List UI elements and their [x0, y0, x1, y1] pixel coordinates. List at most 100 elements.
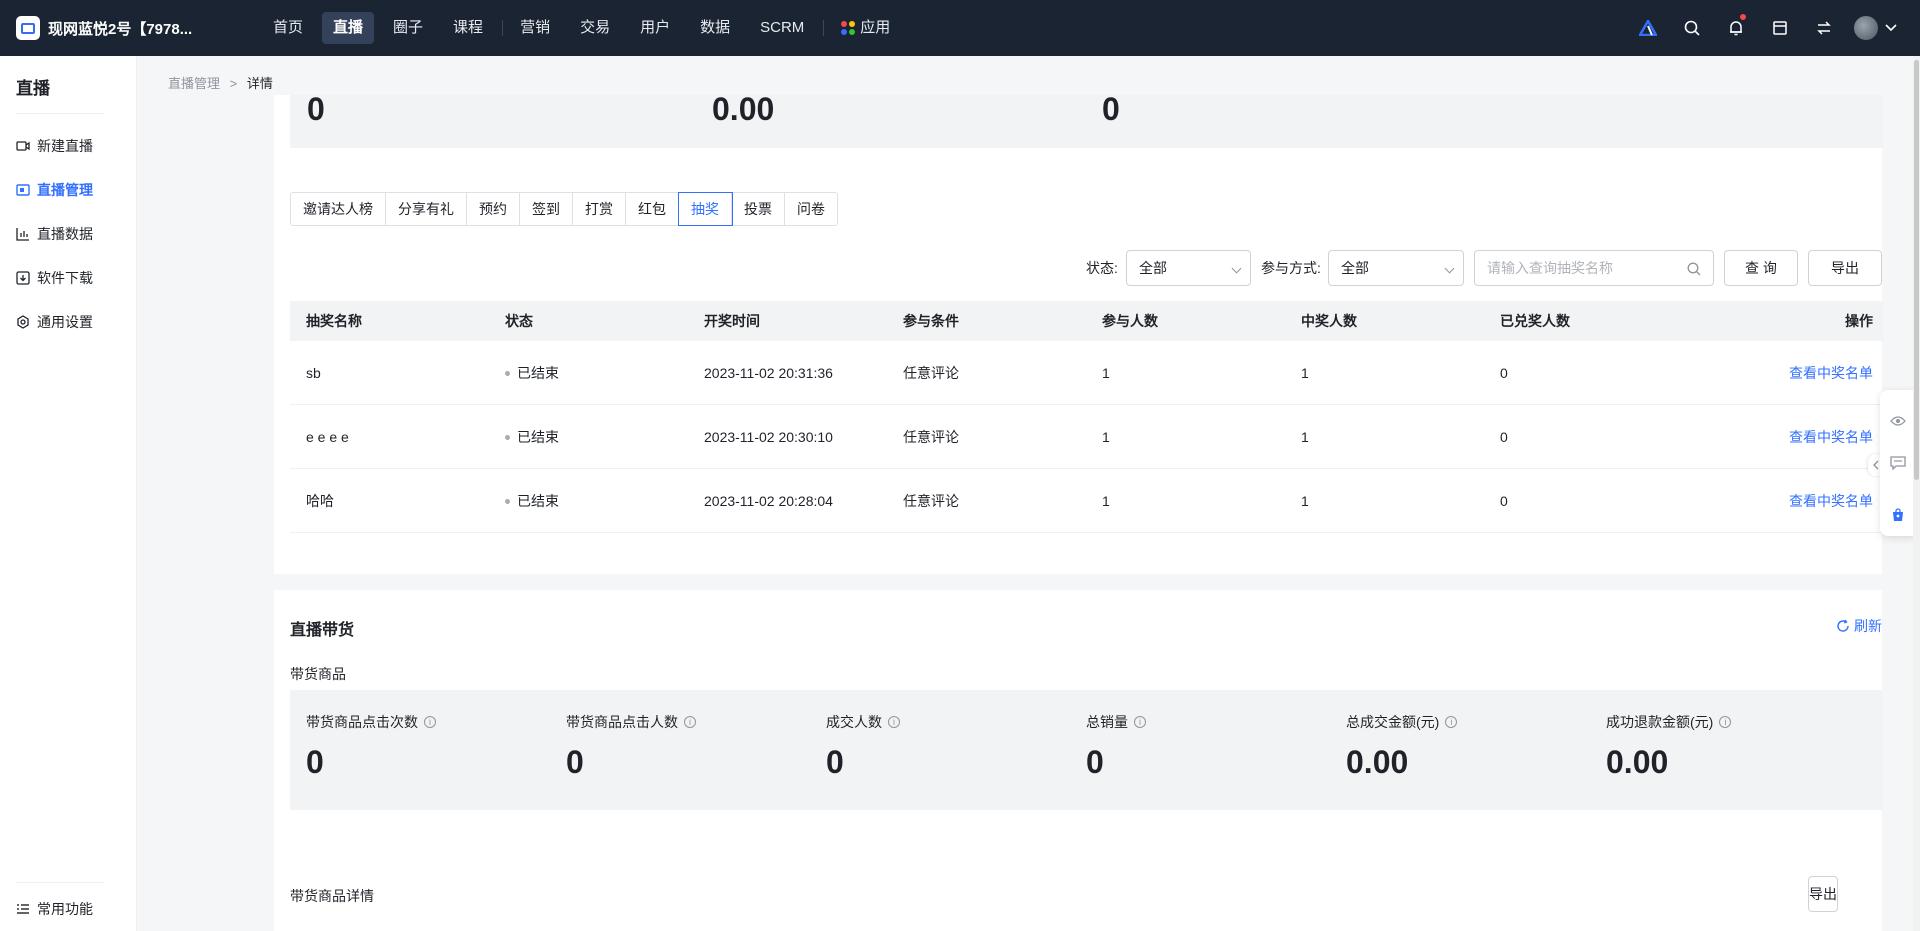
- goods-export-button[interactable]: 导出: [1808, 876, 1838, 912]
- nav-data[interactable]: 数据: [689, 12, 741, 44]
- switch-icon[interactable]: [1802, 0, 1846, 56]
- nav-home[interactable]: 首页: [262, 12, 314, 44]
- user-menu[interactable]: [1846, 16, 1920, 40]
- draw-time: 2023-11-02 20:28:04: [704, 492, 833, 509]
- tab-share-gift[interactable]: 分享有礼: [386, 193, 467, 225]
- scrollbar-thumb[interactable]: [1914, 60, 1919, 480]
- breadcrumb-parent[interactable]: 直播管理: [168, 76, 220, 91]
- goods-stat-label: 成功退款金额(元) i: [1606, 712, 1732, 732]
- sidebar-item-new-live[interactable]: 新建直播: [0, 124, 136, 168]
- lottery-name: e e e e: [306, 428, 349, 445]
- goods-stat-value: 0: [566, 744, 584, 780]
- table-row: e e e e 已结束 2023-11-02 20:30:10 任意评论 1 1…: [290, 405, 1883, 469]
- tab-reservation[interactable]: 预约: [467, 193, 520, 225]
- shopping-bag-icon[interactable]: [1890, 507, 1906, 523]
- nav-apps[interactable]: 应用: [830, 12, 901, 44]
- nav-live[interactable]: 直播: [322, 12, 375, 44]
- column-header: 状态: [505, 313, 533, 329]
- mode-select-value: 全部: [1341, 260, 1369, 276]
- join-condition: 任意评论: [903, 492, 959, 509]
- live-data-icon: [16, 228, 29, 241]
- nav-divider: [823, 20, 825, 36]
- search-icon[interactable]: [1687, 262, 1701, 276]
- query-button[interactable]: 查 询: [1724, 250, 1798, 286]
- goods-stat-value: 0: [1086, 744, 1104, 780]
- goods-stat-value: 0.00: [1606, 744, 1669, 780]
- nav-trade[interactable]: 交易: [569, 12, 621, 44]
- tab-vote[interactable]: 投票: [732, 193, 785, 225]
- column-header: 开奖时间: [704, 313, 760, 329]
- message-icon[interactable]: [1890, 455, 1906, 471]
- nav-users[interactable]: 用户: [629, 12, 681, 44]
- gear-icon: [17, 315, 29, 329]
- sidebar-item-live-manage[interactable]: 直播管理: [0, 168, 136, 212]
- info-icon[interactable]: i: [888, 716, 900, 728]
- table-header: 抽奖名称 状态 开奖时间 参与条件 参与人数 中奖人数 已兑奖人数 操作: [290, 301, 1883, 341]
- tab-questionnaire[interactable]: 问卷: [785, 193, 837, 225]
- goods-stat-label-text: 总成交金额(元): [1346, 714, 1440, 730]
- sidebar-item-live-data[interactable]: 直播数据: [0, 212, 136, 256]
- info-icon[interactable]: i: [1719, 716, 1732, 728]
- brand[interactable]: 现网蓝悦2号【7978...: [0, 16, 262, 40]
- status-text: 已结束: [517, 364, 559, 381]
- tab-red-packet[interactable]: 红包: [626, 193, 679, 225]
- column-header: 参与人数: [1102, 313, 1158, 329]
- tab-lottery[interactable]: 抽奖: [679, 193, 732, 225]
- info-icon[interactable]: i: [1445, 716, 1458, 728]
- nav-scrm[interactable]: SCRM: [749, 12, 815, 44]
- nav-circle[interactable]: 圈子: [382, 12, 434, 44]
- nav-marketing[interactable]: 营销: [509, 12, 561, 44]
- lottery-status: 已结束: [489, 363, 688, 383]
- column-header: 参与条件: [903, 313, 959, 329]
- column-header: 中奖人数: [1301, 313, 1357, 329]
- goods-stat-label-text: 带货商品点击人数: [566, 714, 678, 730]
- bell-icon[interactable]: [1714, 0, 1758, 56]
- status-dot-icon: [505, 371, 510, 377]
- eye-icon[interactable]: [1890, 413, 1906, 429]
- view-winners-link[interactable]: 查看中奖名单: [1789, 429, 1873, 445]
- export-button[interactable]: 导出: [1808, 250, 1882, 286]
- column-header: 已兑奖人数: [1500, 313, 1570, 329]
- view-winners-link[interactable]: 查看中奖名单: [1789, 365, 1873, 381]
- info-icon[interactable]: i: [684, 716, 696, 728]
- view-winners-link[interactable]: 查看中奖名单: [1789, 493, 1873, 509]
- lottery-search-input[interactable]: [1474, 250, 1714, 286]
- redeemed-count: 0: [1500, 428, 1508, 445]
- goods-stat-label: 成交人数 i: [826, 712, 900, 732]
- participant-count: 1: [1102, 428, 1110, 445]
- info-icon[interactable]: i: [1134, 716, 1146, 728]
- store-icon[interactable]: [1758, 0, 1802, 56]
- top-right-tools: [1626, 0, 1920, 56]
- refresh-label: 刷新: [1854, 618, 1882, 634]
- sidebar: 直播 新建直播 直播管理 直播数据 软件下载 通用设置 常用功能: [0, 56, 137, 931]
- refresh-button[interactable]: 刷新: [1836, 616, 1882, 636]
- sidebar-bottom: 常用功能: [0, 882, 136, 931]
- draw-time: 2023-11-02 20:30:10: [704, 428, 833, 445]
- chevron-left-icon: [1873, 460, 1879, 470]
- goods-stat-label: 带货商品点击次数 i: [306, 712, 436, 732]
- participant-count: 1: [1102, 492, 1110, 509]
- tab-check-in[interactable]: 签到: [520, 193, 573, 225]
- join-condition: 任意评论: [903, 428, 959, 445]
- main-content: 0 0.00 0 邀请达人榜 分享有礼 预约 签到 打赏 红包 抽奖 投票 问卷…: [274, 91, 1883, 931]
- chevron-down-icon: [1444, 263, 1455, 274]
- sidebar-title: 直播: [16, 79, 50, 98]
- floating-toolbar: [1880, 390, 1916, 536]
- avatar: [1854, 16, 1878, 40]
- tab-reward[interactable]: 打赏: [573, 193, 626, 225]
- apps-icon: [841, 21, 856, 36]
- nav-course[interactable]: 课程: [442, 12, 494, 44]
- tab-invite-ranking[interactable]: 邀请达人榜: [291, 193, 386, 225]
- sidebar-item-settings[interactable]: 通用设置: [0, 300, 136, 344]
- sidebar-item-common-functions[interactable]: 常用功能: [0, 887, 136, 931]
- goods-stat-value: 0: [826, 744, 844, 780]
- info-icon[interactable]: i: [424, 716, 436, 728]
- triangle-logo-icon[interactable]: [1626, 0, 1670, 56]
- sidebar-item-download[interactable]: 软件下载: [0, 256, 136, 300]
- goods-stat-label: 总销量 i: [1086, 712, 1146, 732]
- search-icon[interactable]: [1670, 0, 1714, 56]
- brand-name: 现网蓝悦2号【7978...: [48, 20, 193, 38]
- status-select[interactable]: 全部: [1126, 250, 1251, 286]
- row-actions: 查看中奖名单: [1683, 427, 1883, 447]
- mode-select[interactable]: 全部: [1328, 250, 1464, 286]
